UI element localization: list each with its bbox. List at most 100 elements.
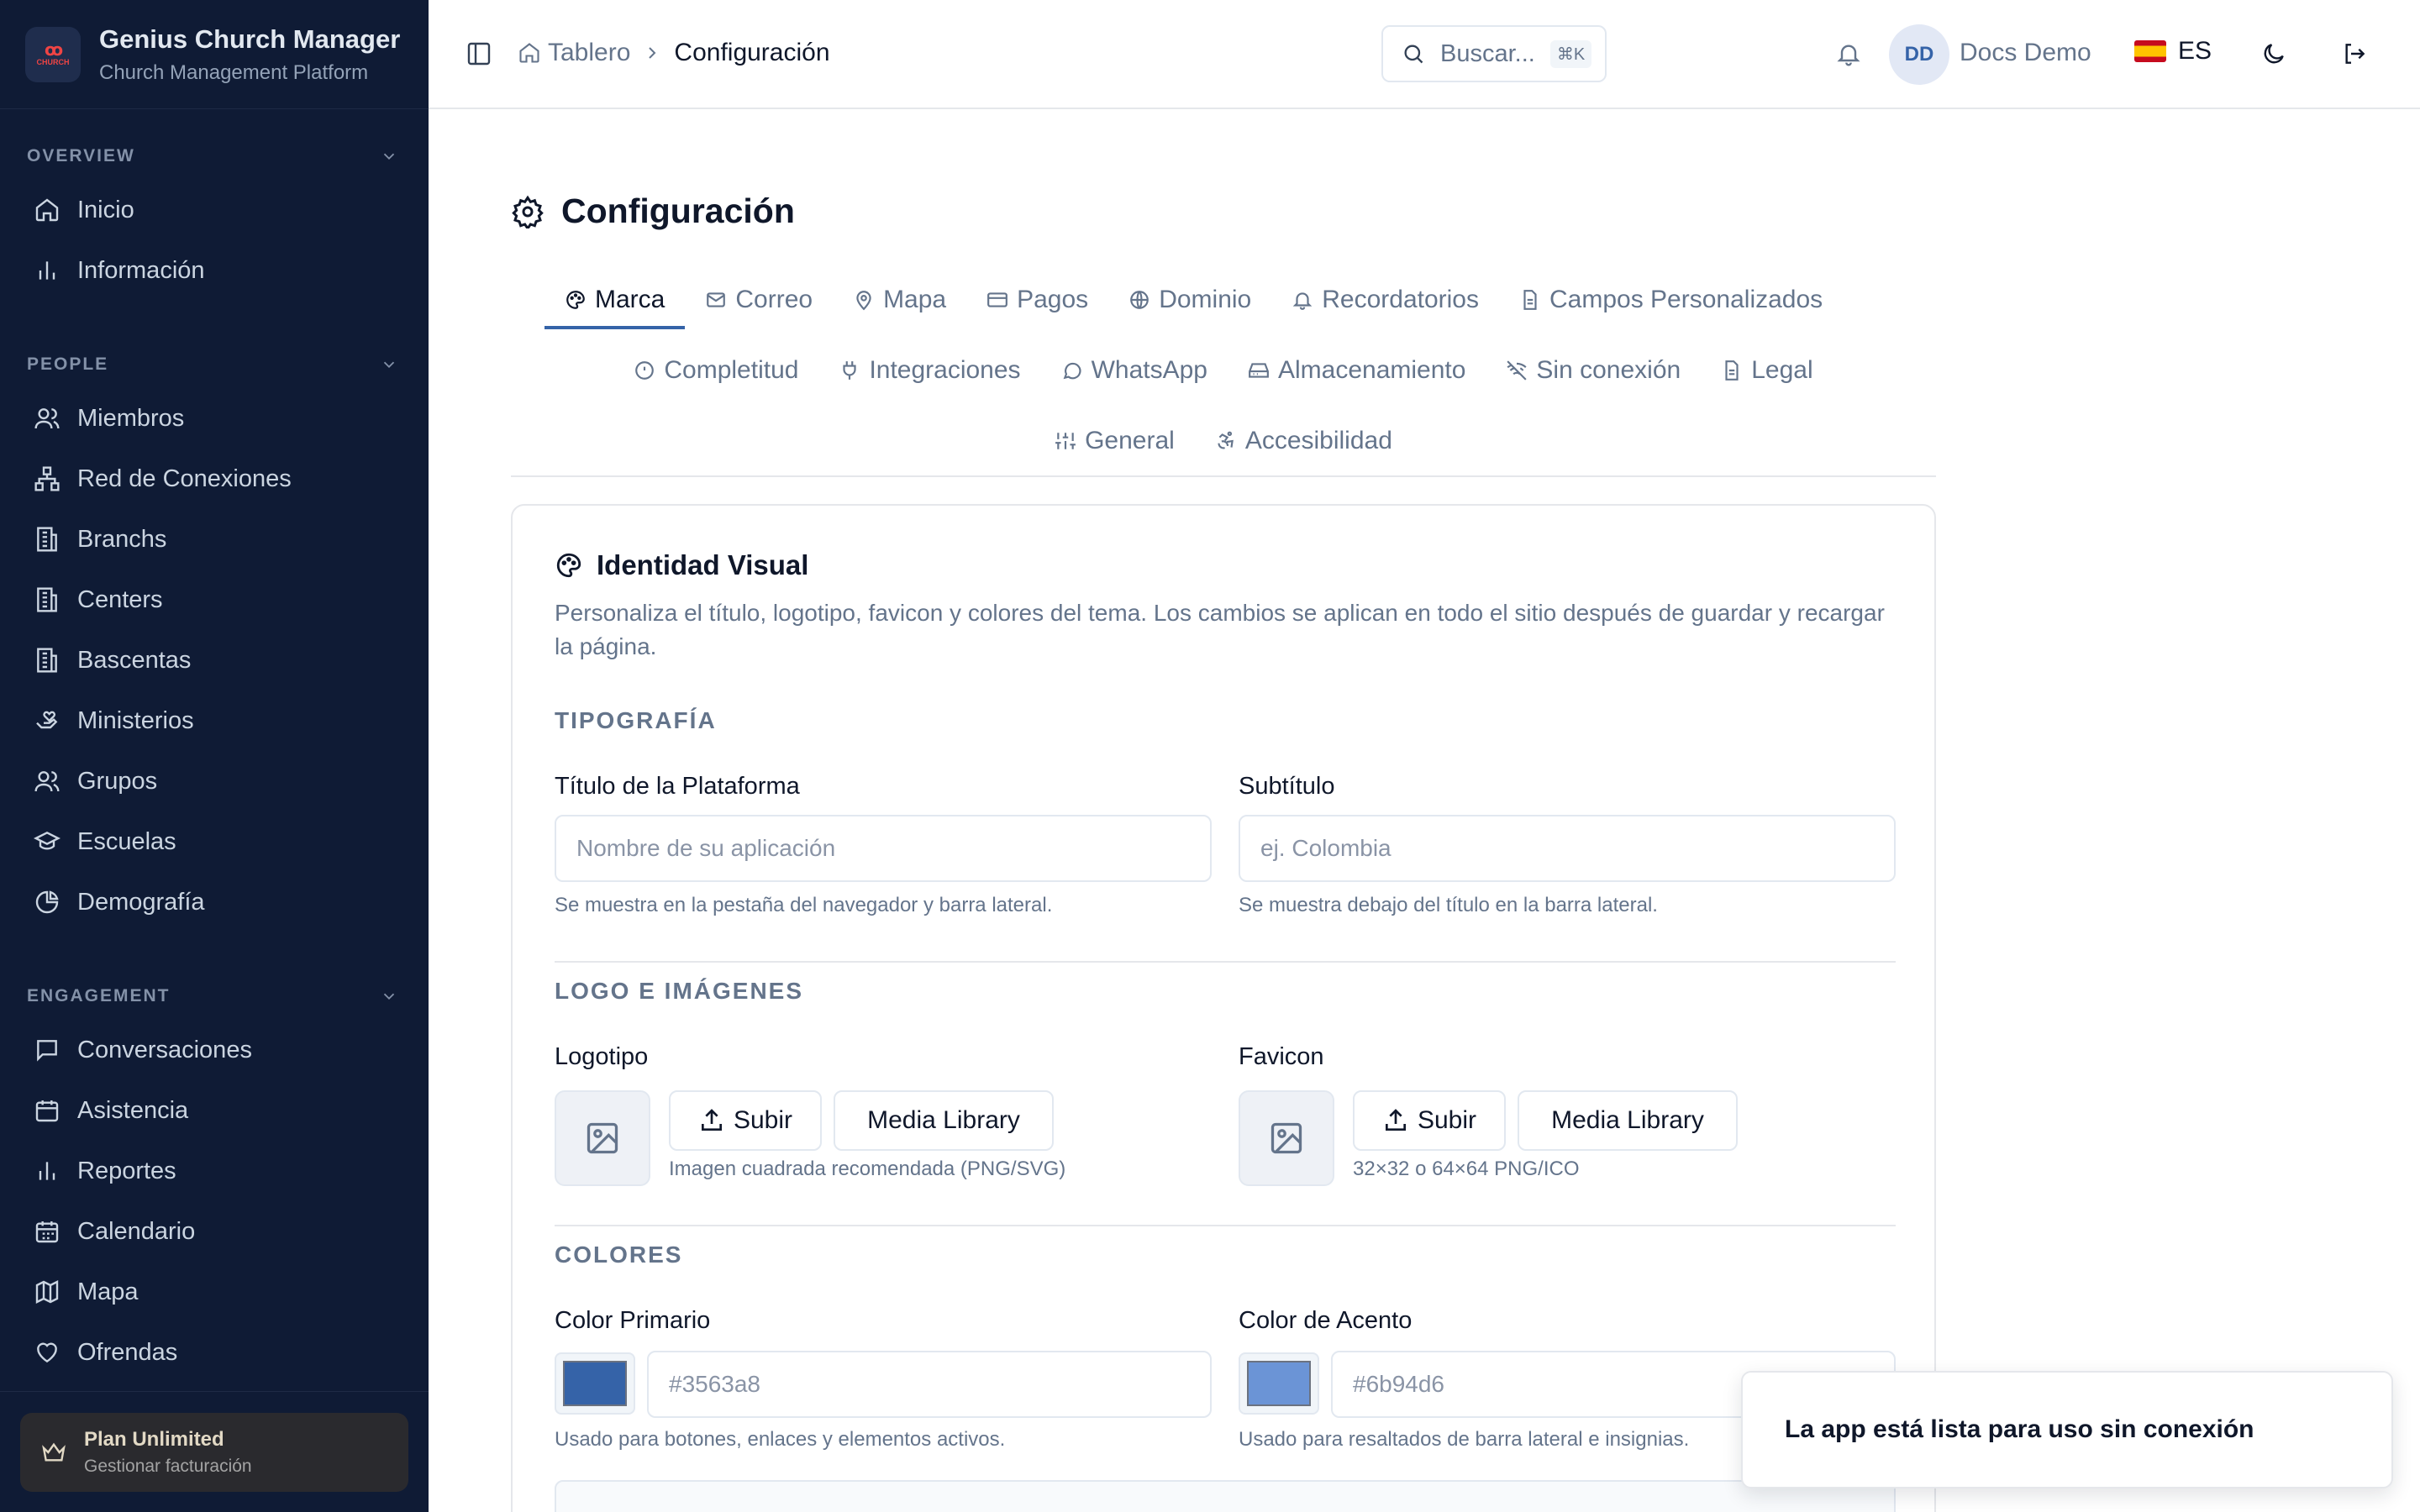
bell-icon[interactable] bbox=[1835, 40, 1862, 67]
button-label: Subir bbox=[733, 1106, 793, 1134]
sidebar-item-escuelas[interactable]: Escuelas bbox=[0, 811, 429, 872]
primary-color-picker[interactable] bbox=[555, 1352, 635, 1415]
logo-media-library-button[interactable]: Media Library bbox=[834, 1090, 1054, 1151]
tab-correo[interactable]: Correo bbox=[685, 270, 833, 329]
button-label: Media Library bbox=[1551, 1106, 1704, 1134]
tab-label: Legal bbox=[1751, 356, 1813, 384]
search-placeholder: Buscar... bbox=[1440, 39, 1535, 67]
breadcrumb-home-link[interactable]: Tablero bbox=[548, 39, 630, 67]
section-title: ENGAGEMENT bbox=[27, 986, 171, 1005]
tab-label: Integraciones bbox=[869, 356, 1021, 384]
sidebar-item-inicio[interactable]: Inicio bbox=[0, 180, 429, 240]
subtitle-input[interactable]: ej. Colombia bbox=[1239, 815, 1896, 882]
logo-upload-button[interactable]: Subir bbox=[669, 1090, 822, 1151]
sidebar-item-label: Asistencia bbox=[77, 1096, 189, 1124]
circle-clock-icon bbox=[635, 361, 655, 380]
tab-sin-conexion[interactable]: Sin conexión bbox=[1486, 341, 1701, 400]
sidebar-toggle-icon[interactable] bbox=[466, 40, 492, 67]
bar-chart-icon bbox=[39, 1162, 55, 1180]
tab-completitud[interactable]: Completitud bbox=[613, 341, 818, 400]
file-text-icon bbox=[1523, 290, 1537, 310]
tab-label: Accesibilidad bbox=[1244, 427, 1392, 454]
sidebar-item-label: Inicio bbox=[77, 196, 134, 223]
user-name[interactable]: Docs Demo bbox=[1960, 39, 2091, 67]
sidebar-item-calendario[interactable]: Calendario bbox=[0, 1201, 429, 1262]
accent-color-picker[interactable] bbox=[1239, 1352, 1319, 1415]
sidebar-item-asistencia[interactable]: Asistencia bbox=[0, 1080, 429, 1141]
sidebar-item-demografia[interactable]: Demografía bbox=[0, 872, 429, 932]
avatar[interactable]: DD bbox=[1889, 24, 1949, 85]
accessibility-icon bbox=[1218, 431, 1234, 449]
plan-billing-button[interactable]: Plan Unlimited Gestionar facturación bbox=[20, 1413, 408, 1492]
bell-icon bbox=[1292, 292, 1313, 310]
sidebar-item-grupos[interactable]: Grupos bbox=[0, 751, 429, 811]
brand[interactable]: ꝏ CHURCH Genius Church Manager Church Ma… bbox=[0, 0, 429, 109]
favicon-label: Favicon bbox=[1239, 1043, 1324, 1070]
tab-mapa[interactable]: Mapa bbox=[833, 270, 966, 329]
favicon-media-library-button[interactable]: Media Library bbox=[1518, 1090, 1738, 1151]
logout-icon[interactable] bbox=[2341, 40, 2368, 67]
sidebar-item-bascentas[interactable]: Bascentas bbox=[0, 630, 429, 690]
input-placeholder: ej. Colombia bbox=[1260, 835, 1392, 861]
tab-integraciones[interactable]: Integraciones bbox=[818, 341, 1040, 400]
upload-icon bbox=[701, 1109, 722, 1131]
hard-drive-icon bbox=[1249, 363, 1269, 378]
section-engagement-toggle[interactable]: ENGAGEMENT bbox=[0, 979, 429, 1013]
primary-color-swatch bbox=[563, 1361, 627, 1406]
network-icon bbox=[34, 466, 60, 491]
heart-icon bbox=[37, 1342, 57, 1363]
subtitle-label: Subtítulo bbox=[1239, 773, 1335, 800]
chevron-down-icon bbox=[383, 361, 395, 369]
input-value: #3563a8 bbox=[669, 1371, 761, 1397]
favicon-upload-button[interactable]: Subir bbox=[1353, 1090, 1506, 1151]
sidebar-item-mapa[interactable]: Mapa bbox=[0, 1262, 429, 1322]
card-description: Personaliza el título, logotipo, favicon… bbox=[555, 600, 1885, 659]
tab-campos-personalizados[interactable]: Campos Personalizados bbox=[1499, 270, 1843, 329]
tab-whatsapp[interactable]: WhatsApp bbox=[1041, 341, 1228, 400]
tab-recordatorios[interactable]: Recordatorios bbox=[1271, 270, 1499, 329]
users-icon bbox=[34, 771, 60, 792]
tab-accesibilidad[interactable]: Accesibilidad bbox=[1195, 412, 1413, 470]
section-logo-images: LOGO E IMÁGENES bbox=[555, 978, 804, 1004]
tab-almacenamiento[interactable]: Almacenamiento bbox=[1228, 341, 1486, 400]
palette-icon bbox=[556, 553, 581, 578]
button-label: Subir bbox=[1417, 1106, 1477, 1134]
sidebar-item-red-de-conexiones[interactable]: Red de Conexiones bbox=[0, 449, 429, 509]
platform-title-input[interactable]: Nombre de su aplicación bbox=[555, 815, 1212, 882]
building-icon bbox=[37, 648, 57, 673]
sidebar-item-label: Demografía bbox=[77, 888, 205, 916]
language-selector[interactable]: ES bbox=[2134, 37, 2212, 66]
spain-flag-icon bbox=[2134, 40, 2166, 62]
sidebar-item-miembros[interactable]: Miembros bbox=[0, 388, 429, 449]
sidebar-item-label: Grupos bbox=[77, 767, 158, 795]
sidebar-item-ministerios[interactable]: Ministerios bbox=[0, 690, 429, 751]
primary-color-input[interactable]: #3563a8 bbox=[647, 1351, 1212, 1418]
section-overview-toggle[interactable]: OVERVIEW bbox=[0, 139, 429, 173]
bar-chart-icon bbox=[39, 261, 55, 280]
sidebar-item-reportes[interactable]: Reportes bbox=[0, 1141, 429, 1201]
sidebar-item-branchs[interactable]: Branchs bbox=[0, 509, 429, 570]
primary-color-label: Color Primario bbox=[555, 1307, 711, 1334]
sidebar-item-label: Bascentas bbox=[77, 646, 192, 674]
moon-icon[interactable] bbox=[2260, 40, 2287, 67]
language-code: ES bbox=[2178, 37, 2212, 65]
tab-dominio[interactable]: Dominio bbox=[1108, 270, 1271, 329]
plan-title: Plan Unlimited bbox=[84, 1428, 224, 1451]
tab-label: Correo bbox=[735, 286, 813, 313]
building-icon bbox=[37, 527, 57, 552]
sidebar-item-conversaciones[interactable]: Conversaciones bbox=[0, 1020, 429, 1080]
file-text-icon bbox=[1725, 360, 1739, 381]
page-title-text: Configuración bbox=[561, 192, 795, 230]
card-title-text: Identidad Visual bbox=[597, 549, 809, 580]
sidebar-item-label: Branchs bbox=[77, 525, 167, 553]
tab-pagos[interactable]: Pagos bbox=[966, 270, 1108, 329]
sidebar-item-informacion[interactable]: Información bbox=[0, 240, 429, 301]
tab-marca[interactable]: Marca bbox=[544, 270, 686, 329]
tab-legal[interactable]: Legal bbox=[1701, 341, 1833, 400]
sidebar-item-centers[interactable]: Centers bbox=[0, 570, 429, 630]
sidebar-item-ofrendas[interactable]: Ofrendas bbox=[0, 1322, 429, 1383]
tab-general[interactable]: General bbox=[1034, 412, 1195, 470]
card-title: Identidad Visual bbox=[555, 549, 808, 581]
section-people-toggle[interactable]: PEOPLE bbox=[0, 348, 429, 381]
search-input[interactable]: Buscar... ⌘K bbox=[1381, 25, 1607, 82]
